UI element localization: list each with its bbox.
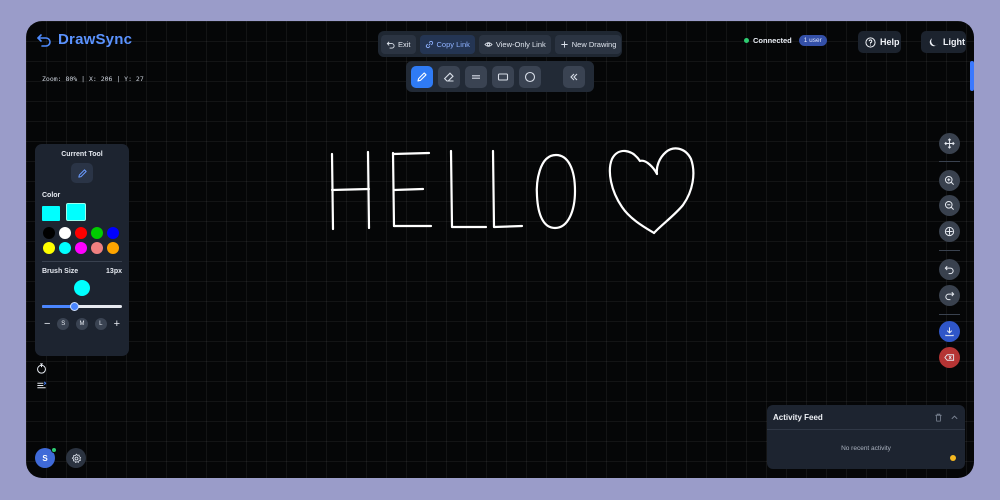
heart-stroke (608, 147, 695, 235)
app-window: DrawSync Exit Copy Link View-Only Link N… (26, 21, 974, 478)
hello-strokes (330, 149, 577, 231)
drawing-canvas[interactable] (26, 21, 974, 478)
